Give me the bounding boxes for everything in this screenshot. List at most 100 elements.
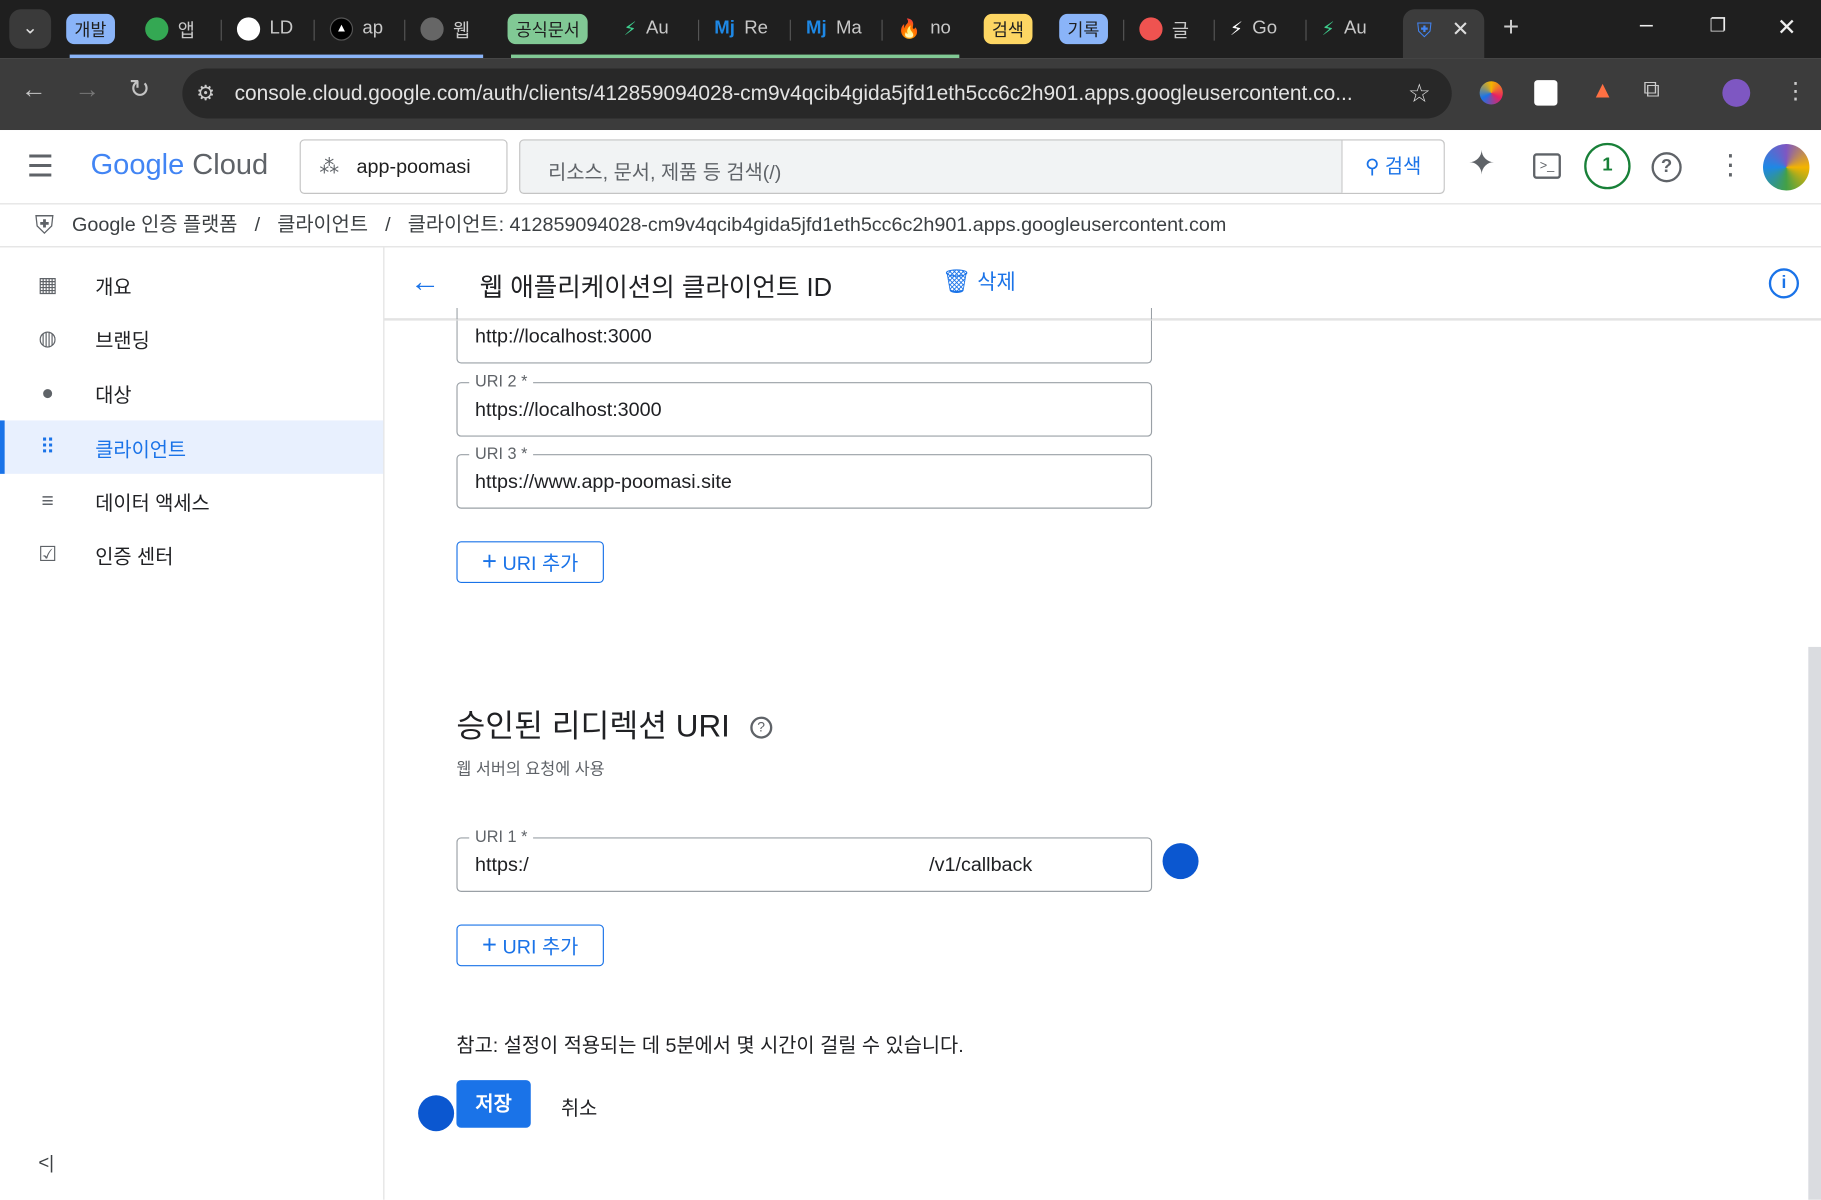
- lighthouse-icon[interactable]: ▲: [1591, 78, 1614, 105]
- tab-search-button[interactable]: ⌄: [9, 9, 52, 49]
- extension-color-icon[interactable]: [1479, 81, 1503, 105]
- tab[interactable]: Mj Ma: [806, 12, 862, 47]
- close-window-icon[interactable]: ✕: [1777, 13, 1796, 42]
- info-icon[interactable]: i: [1768, 268, 1800, 299]
- red-dots-icon: [1139, 17, 1163, 41]
- notifications-badge[interactable]: 1: [1584, 142, 1631, 190]
- sidebar-item-audience[interactable]: ● 대상: [0, 366, 383, 419]
- bolt-icon: ⚡: [1321, 19, 1335, 40]
- new-tab-icon[interactable]: +: [1503, 12, 1519, 45]
- add-redirect-uri-button[interactable]: + URI 추가: [456, 924, 604, 967]
- close-tab-icon[interactable]: ✕: [1452, 17, 1470, 41]
- tab[interactable]: 웹: [420, 12, 470, 47]
- google-cloud-logo[interactable]: Google Cloud: [91, 149, 269, 183]
- tab[interactable]: Mj Re: [714, 12, 768, 47]
- extensions-puzzle-icon[interactable]: ⧉: [1643, 77, 1660, 104]
- github-icon: [236, 17, 261, 41]
- mj-icon: Mj: [806, 18, 827, 39]
- gemini-sparkle-icon[interactable]: ✦: [1468, 144, 1495, 182]
- sidebar-item-overview[interactable]: ▦ 개요: [0, 258, 383, 311]
- origin-uri-1-field[interactable]: http://localhost:3000: [456, 307, 1153, 364]
- search-input[interactable]: 리소스, 문서, 제품 등 검색(/): [548, 156, 781, 185]
- sidebar-item-branding[interactable]: ◍ 브랜딩: [0, 311, 383, 364]
- cloud-header: ☰ Google Cloud ⁂ app-poomasi 리소스, 문서, 제품…: [0, 130, 1821, 205]
- breadcrumb-separator: /: [254, 213, 261, 236]
- url-bar[interactable]: ⚙ console.cloud.google.com/auth/clients/…: [182, 68, 1452, 119]
- save-button[interactable]: 저장: [456, 1080, 531, 1128]
- project-picker[interactable]: ⁂ app-poomasi: [299, 139, 508, 194]
- extension-code-icon[interactable]: [1534, 80, 1558, 106]
- sidebar-item-verification-center[interactable]: ☑ 인증 센터: [0, 527, 383, 580]
- more-icon[interactable]: ⋮: [1717, 149, 1745, 183]
- cancel-button[interactable]: 취소: [561, 1092, 597, 1121]
- field-value: https://localhost:3000: [475, 398, 662, 421]
- sidebar-item-clients[interactable]: ⠿ 클라이언트: [0, 420, 384, 474]
- browser-tab-strip: ⌄ 개발 앱 LD ▲ ap 웹 공식문서 ⚡ Au Mj Re Mj Ma 🔥 no 검…: [0, 0, 1821, 59]
- main-menu-icon[interactable]: ☰: [27, 149, 54, 185]
- dashboard-icon: ▦: [37, 272, 58, 297]
- bookmark-star-icon[interactable]: ☆: [1407, 68, 1431, 119]
- sidebar-item-label: 개요: [95, 275, 132, 298]
- breadcrumb-clients[interactable]: 클라이언트: [277, 214, 368, 236]
- help-icon[interactable]: ?: [1651, 152, 1682, 183]
- help-icon[interactable]: ?: [750, 717, 773, 740]
- sidebar-item-label: 클라이언트: [95, 438, 187, 461]
- breadcrumb-auth-platform[interactable]: Google 인증 플랫폼: [72, 214, 237, 236]
- reload-icon[interactable]: ↻: [129, 74, 150, 104]
- cloud-shell-icon[interactable]: >_: [1533, 153, 1561, 179]
- delete-button[interactable]: 🗑 삭제: [942, 266, 1016, 296]
- cursor-marker: [418, 1095, 455, 1132]
- tab[interactable]: ⚡ Au: [1322, 12, 1367, 47]
- cursor-marker: [1162, 843, 1199, 880]
- sidebar: ▦ 개요 ◍ 브랜딩 ● 대상 ⠿ 클라이언트 ≡ 데이터 액세스 ☑ 인증 센터 <|: [0, 247, 385, 1200]
- tab[interactable]: ⚡ Go: [1230, 12, 1277, 47]
- browser-menu-icon[interactable]: ⋮: [1784, 77, 1807, 106]
- add-origin-uri-button[interactable]: + URI 추가: [456, 541, 604, 584]
- search-button[interactable]: ⚲ 검색: [1341, 140, 1444, 193]
- scrollbar[interactable]: [1808, 646, 1821, 1200]
- section-subtitle: 웹 서버의 요청에 사용: [456, 759, 605, 779]
- project-icon: ⁂: [319, 155, 340, 178]
- field-value-end: /v1/callback: [929, 853, 1033, 876]
- tab[interactable]: 앱: [145, 12, 195, 47]
- field-label: URI 2 *: [469, 371, 534, 391]
- tab[interactable]: ⚡ Au: [624, 12, 669, 47]
- tab-group-history[interactable]: 기록: [1059, 13, 1108, 45]
- account-avatar[interactable]: [1763, 144, 1810, 191]
- plus-icon: +: [482, 547, 497, 577]
- tab[interactable]: 글: [1139, 12, 1189, 47]
- tab-label: 글: [1171, 22, 1189, 42]
- active-tab[interactable]: ⛨ ✕: [1402, 9, 1485, 59]
- tab-group-docs[interactable]: 공식문서: [507, 13, 588, 45]
- breadcrumb-separator: /: [385, 213, 391, 236]
- collapse-sidebar-icon[interactable]: <|: [38, 1153, 54, 1174]
- field-value: http://localhost:3000: [475, 325, 652, 348]
- redirect-uri-1-field[interactable]: URI 1 * https:/ /v1/callback: [456, 826, 1153, 892]
- sidebar-item-data-access[interactable]: ≡ 데이터 액세스: [0, 474, 383, 527]
- profile-avatar[interactable]: [1722, 78, 1751, 107]
- back-icon[interactable]: ←: [21, 74, 47, 104]
- triangle-icon: ▲: [329, 17, 354, 41]
- bolt-icon: ⚡: [623, 19, 637, 40]
- site-info-icon[interactable]: ⚙: [196, 69, 215, 119]
- plus-icon: +: [482, 930, 497, 960]
- add-uri-label: URI 추가: [502, 936, 579, 959]
- search-box[interactable]: 리소스, 문서, 제품 등 검색(/) ⚲ 검색: [519, 139, 1445, 194]
- tab[interactable]: 🔥 no: [898, 12, 951, 47]
- origin-uri-2-field[interactable]: URI 2 * https://localhost:3000: [456, 371, 1153, 437]
- shield-icon: ⛨: [34, 210, 55, 240]
- add-uri-label: URI 추가: [502, 552, 579, 575]
- tab-group-search[interactable]: 검색: [983, 13, 1033, 45]
- field-value-start: https:/: [475, 853, 529, 876]
- settings-list-icon: ≡: [41, 488, 54, 513]
- palette-icon: ◍: [38, 326, 57, 350]
- tab[interactable]: ▲ ap: [329, 12, 383, 47]
- green-dots-icon: [145, 17, 169, 41]
- minimize-icon[interactable]: –: [1640, 12, 1653, 39]
- tab-group-dev[interactable]: 개발: [66, 13, 115, 45]
- origin-uri-3-field[interactable]: URI 3 * https://www.app-poomasi.site: [456, 443, 1153, 509]
- tab[interactable]: LD: [236, 12, 293, 47]
- back-arrow-icon[interactable]: ←: [410, 264, 440, 300]
- address-bar-row: ← → ↻ ⚙ console.cloud.google.com/auth/cl…: [0, 58, 1821, 131]
- restore-icon[interactable]: ❐: [1710, 14, 1727, 37]
